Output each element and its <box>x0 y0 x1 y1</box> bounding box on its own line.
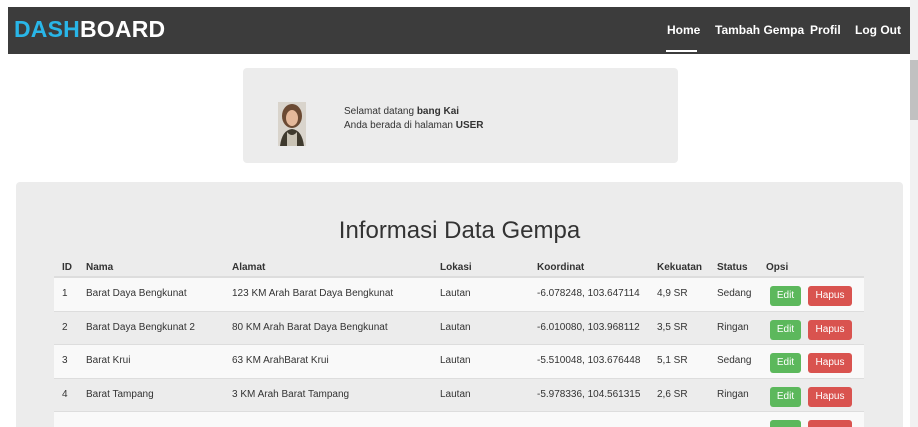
brand-accent: DASH <box>14 16 80 42</box>
cell-alamat: 80 KM Arah Barat Daya Bengkunat <box>232 321 388 333</box>
header-status: Status <box>717 262 748 273</box>
earthquake-data-panel: Informasi Data Gempa ID Nama Alamat Loka… <box>16 182 903 427</box>
cell-id: 4 <box>62 388 68 400</box>
delete-button[interactable]: Hapus <box>808 319 852 340</box>
header-koordinat: Koordinat <box>537 262 585 273</box>
brand-logo[interactable]: DASHBOARD <box>14 16 165 43</box>
table-row: 4 Barat Tampang 3 KM Arah Barat Tampang … <box>54 378 864 412</box>
table-row: 2 Barat Daya Bengkunat 2 80 KM Arah Bara… <box>54 311 864 345</box>
cell-status: Ringan <box>717 388 749 400</box>
edit-button[interactable]: Edit <box>770 386 801 407</box>
nav-active-indicator <box>666 50 697 52</box>
cell-kekuatan: 5,1 SR <box>657 355 688 366</box>
table-row: 3 Barat Krui 63 KM ArahBarat Krui Lautan… <box>54 345 864 379</box>
header-nama: Nama <box>86 262 114 273</box>
cell-nama: Barat Krui <box>86 355 131 366</box>
nav-link-profil[interactable]: Profil <box>810 23 841 37</box>
cell-id: 2 <box>62 321 68 333</box>
header-kekuatan: Kekuatan <box>657 262 703 273</box>
page-prefix: Anda berada di halaman <box>344 120 456 131</box>
cell-lokasi: Lautan <box>440 388 471 400</box>
cell-lokasi: Lautan <box>440 355 471 366</box>
cell-status: Ringan <box>717 321 749 333</box>
nav-link-tambah-gempa[interactable]: Tambah Gempa <box>715 23 804 37</box>
cell-id: 1 <box>62 288 68 299</box>
edit-button[interactable]: Edit <box>770 353 801 373</box>
earthquake-table: ID Nama Alamat Lokasi Koordinat Kekuatan… <box>54 256 864 427</box>
cell-koordinat: -6.010080, 103.968112 <box>537 321 640 333</box>
cell-id: 3 <box>62 355 68 366</box>
edit-button[interactable] <box>770 420 801 427</box>
cell-kekuatan: 3,5 SR <box>657 321 688 333</box>
welcome-text: Selamat datang bang Kai Anda berada di h… <box>344 105 484 133</box>
header-alamat: Alamat <box>232 262 266 273</box>
panel-title: Informasi Data Gempa <box>338 217 581 244</box>
page-scrollbar[interactable] <box>910 0 918 427</box>
header-opsi: Opsi <box>766 262 789 273</box>
table-header: ID Nama Alamat Lokasi Koordinat Kekuatan… <box>54 256 864 278</box>
cell-koordinat: -5.978336, 104.561315 <box>537 388 641 400</box>
delete-button[interactable]: Hapus <box>808 286 852 306</box>
table-row-partial <box>54 412 864 427</box>
nav-link-log-out[interactable]: Log Out <box>855 23 901 37</box>
delete-button[interactable]: Hapus <box>808 353 852 373</box>
brand-rest: BOARD <box>79 16 166 42</box>
cell-alamat: 63 KM ArahBarat Krui <box>232 355 329 366</box>
cell-kekuatan: 2,6 SR <box>657 388 688 400</box>
delete-button[interactable]: Hapus <box>808 386 852 407</box>
user-name: bang Kai <box>416 106 460 117</box>
scrollbar-thumb[interactable] <box>910 60 918 120</box>
page-name: USER <box>455 120 484 131</box>
welcome-page-info: Anda berada di halaman USER <box>344 119 484 133</box>
avatar <box>278 102 306 146</box>
cell-koordinat: -5.510048, 103.676448 <box>537 355 641 366</box>
edit-button[interactable]: Edit <box>770 286 801 306</box>
cell-alamat: 3 KM Arah Barat Tampang <box>232 388 350 400</box>
cell-kekuatan: 4,9 SR <box>657 288 688 299</box>
cell-koordinat: -6.078248, 103.647114 <box>537 288 640 299</box>
cell-lokasi: Lautan <box>440 321 471 333</box>
cell-lokasi: Lautan <box>440 288 471 299</box>
greeting-prefix: Selamat datang <box>344 106 417 117</box>
top-navbar: DASHBOARD Home Tambah Gempa Profil Log O… <box>8 7 910 54</box>
delete-button[interactable] <box>808 420 852 427</box>
header-lokasi: Lokasi <box>440 262 472 273</box>
cell-nama: Barat Tampang <box>86 388 154 400</box>
nav-link-home[interactable]: Home <box>667 23 700 37</box>
welcome-greeting: Selamat datang bang Kai <box>344 105 484 119</box>
edit-button[interactable]: Edit <box>770 319 801 340</box>
header-id: ID <box>62 262 72 273</box>
cell-status: Sedang <box>717 288 752 299</box>
cell-nama: Barat Daya Bengkunat <box>86 288 187 299</box>
welcome-box: Selamat datang bang Kai Anda berada di h… <box>243 68 678 163</box>
cell-status: Sedang <box>717 355 752 366</box>
cell-nama: Barat Daya Bengkunat 2 <box>86 321 195 333</box>
table-row: 1 Barat Daya Bengkunat 123 KM Arah Barat… <box>54 278 864 312</box>
cell-alamat: 123 KM Arah Barat Daya Bengkunat <box>232 288 394 299</box>
